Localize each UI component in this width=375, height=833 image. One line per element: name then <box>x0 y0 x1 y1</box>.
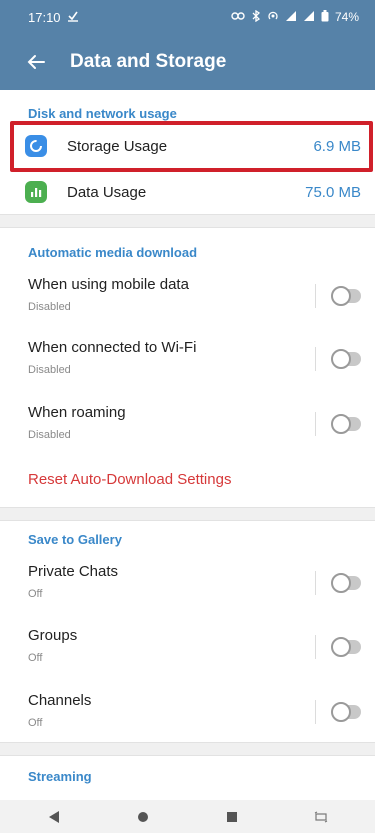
toggle-title: Private Chats <box>28 563 119 580</box>
toggle-switch[interactable] <box>331 414 361 434</box>
nav-back-button[interactable] <box>39 802 69 832</box>
vertical-divider <box>315 284 316 308</box>
hotspot-icon <box>267 10 279 25</box>
switch-knob <box>331 349 351 369</box>
nav-home-button[interactable] <box>128 802 158 832</box>
toggle-switch[interactable] <box>331 637 361 657</box>
toggle-switch[interactable] <box>331 702 361 722</box>
toggle-row-private-chats[interactable]: Private Chats Off <box>0 553 375 617</box>
bluetooth-icon <box>251 9 261 25</box>
rotate-icon <box>314 810 327 823</box>
toggle-title: Channels <box>28 692 92 709</box>
storage-usage-row[interactable]: Storage Usage 6.9 MB <box>0 123 375 169</box>
switch-knob <box>331 414 351 434</box>
storage-usage-label: Storage Usage <box>67 137 168 155</box>
status-bar: 17:10 74% <box>0 0 375 34</box>
toggle-row-wifi[interactable]: When connected to Wi-Fi Disabled <box>0 329 375 393</box>
reset-auto-download-button[interactable]: Reset Auto-Download Settings <box>28 471 231 488</box>
section-divider <box>0 507 375 521</box>
status-time: 17:10 <box>28 9 61 25</box>
toggle-row-groups[interactable]: Groups Off <box>0 617 375 681</box>
vertical-divider <box>315 571 316 595</box>
circle-home-icon <box>138 811 149 822</box>
square-recents-icon <box>226 811 237 822</box>
signal-2-icon <box>303 10 315 25</box>
section-divider <box>0 214 375 228</box>
switch-knob <box>331 573 351 593</box>
toggle-status: Disabled <box>28 429 71 441</box>
toggle-switch[interactable] <box>331 286 361 306</box>
toggle-status: Off <box>28 717 43 729</box>
vertical-divider <box>315 635 316 659</box>
toggle-status: Disabled <box>28 364 71 376</box>
toggle-title: When connected to Wi-Fi <box>28 339 197 356</box>
section-header-gallery: Save to Gallery <box>28 532 122 547</box>
data-usage-value: 75.0 MB <box>305 183 361 201</box>
section-divider <box>0 742 375 756</box>
data-usage-label: Data Usage <box>67 183 147 201</box>
section-header-disk: Disk and network usage <box>28 106 177 121</box>
link-icon <box>231 11 245 24</box>
storage-pie-icon <box>25 135 47 157</box>
battery-percent: 74% <box>334 10 359 24</box>
toggle-row-roaming[interactable]: When roaming Disabled <box>0 394 375 458</box>
triangle-left-icon <box>49 810 60 823</box>
toggle-title: Groups <box>28 627 78 644</box>
back-button[interactable] <box>22 48 50 76</box>
toggle-status: Off <box>28 652 43 664</box>
toggle-status: Disabled <box>28 301 71 313</box>
signal-icon <box>285 10 297 25</box>
app-bar: Data and Storage <box>0 34 375 90</box>
arrow-left-icon <box>27 55 45 69</box>
page-title: Data and Storage <box>70 51 227 72</box>
nav-recents-button[interactable] <box>217 802 247 832</box>
section-header-streaming: Streaming <box>28 769 92 784</box>
download-done-icon <box>67 10 79 25</box>
switch-knob <box>331 702 351 722</box>
nav-rotate-button[interactable] <box>306 802 336 832</box>
vertical-divider <box>315 347 316 371</box>
vertical-divider <box>315 700 316 724</box>
battery-icon <box>321 9 329 25</box>
toggle-row-mobile-data[interactable]: When using mobile data Disabled <box>0 266 375 330</box>
toggle-title: When roaming <box>28 404 126 421</box>
vertical-divider <box>315 412 316 436</box>
toggle-status: Off <box>28 588 43 600</box>
toggle-title: When using mobile data <box>28 276 189 293</box>
switch-knob <box>331 637 351 657</box>
data-usage-row[interactable]: Data Usage 75.0 MB <box>0 169 375 215</box>
storage-usage-value: 6.9 MB <box>313 137 361 155</box>
toggle-switch[interactable] <box>331 349 361 369</box>
bar-chart-icon <box>25 181 47 203</box>
system-nav-bar <box>0 800 375 833</box>
section-header-auto-download: Automatic media download <box>28 245 198 260</box>
toggle-switch[interactable] <box>331 573 361 593</box>
switch-knob <box>331 286 351 306</box>
toggle-row-channels[interactable]: Channels Off <box>0 682 375 746</box>
